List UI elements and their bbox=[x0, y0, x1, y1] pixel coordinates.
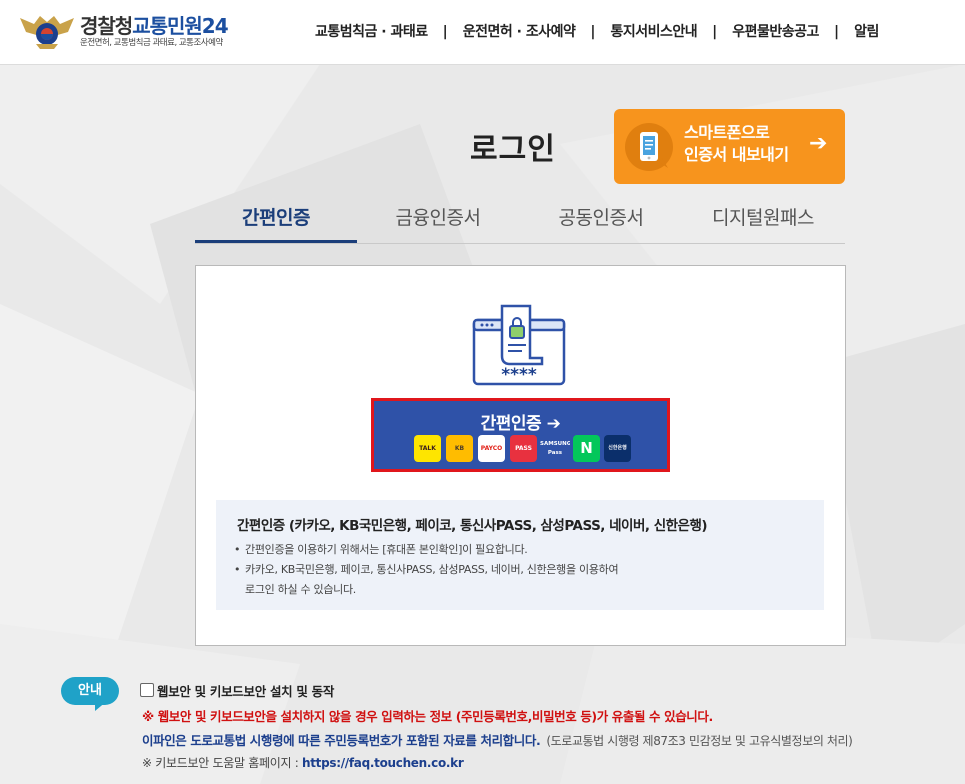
shinhan-bank-icon: 신한은행 bbox=[604, 435, 631, 462]
login-panel: **** 간편인증 ➔ TALK KB PAYCO PASS SAMSUNG P… bbox=[195, 265, 846, 646]
info-title: 간편인증 (카카오, KB국민은행, 페이코, 통신사PASS, 삼성PASS,… bbox=[237, 518, 708, 534]
simple-auth-button[interactable]: 간편인증 ➔ TALK KB PAYCO PASS SAMSUNG Pass N… bbox=[371, 398, 670, 472]
export-button-label: 스마트폰으로 인증서 내보내기 bbox=[684, 122, 789, 166]
security-install-checkbox-label[interactable]: 웹보안 및 키보드보안 설치 및 동작 bbox=[157, 681, 334, 700]
info-item: 간편인증을 이용하기 위해서는 [휴대폰 본인확인]이 필요합니다. bbox=[234, 540, 618, 560]
kakaotalk-icon: TALK bbox=[414, 435, 441, 462]
nav-item-notification[interactable]: 통지서비스안내 bbox=[610, 21, 697, 41]
privacy-notice-reference: (도로교통법 시행령 제87조3 민감정보 및 고유식별정보의 처리) bbox=[546, 734, 853, 748]
nav-separator: | bbox=[590, 24, 596, 40]
nav-separator: | bbox=[442, 24, 448, 40]
info-item-continued: 로그인 하실 수 있습니다. bbox=[245, 583, 356, 596]
privacy-notice-main: 이파인은 도로교통법 시행령에 따른 주민등록번호가 포함된 자료를 처리합니다… bbox=[142, 733, 541, 748]
login-method-tabs: 간편인증 금융인증서 공동인증서 디지털원패스 bbox=[195, 195, 845, 244]
police-emblem-icon bbox=[20, 16, 74, 49]
nav-item-alerts[interactable]: 알림 bbox=[854, 21, 879, 41]
top-header: 경찰청교통민원24 운전면허, 교통범칙금 과태료, 교통조사예약 교통범칙금 … bbox=[0, 0, 965, 65]
tab-digital-onepass[interactable]: 디지털원패스 bbox=[682, 195, 844, 241]
password-mask: **** bbox=[501, 365, 537, 385]
pass-icon: PASS bbox=[510, 435, 537, 462]
info-item: 카카오, KB국민은행, 페이코, 통신사PASS, 삼성PASS, 네이버, … bbox=[234, 560, 619, 580]
help-url-link[interactable]: https://faq.touchen.co.kr bbox=[302, 756, 464, 770]
help-prefix: ※ 키보드보안 도움말 홈페이지 : bbox=[142, 756, 302, 770]
nav-item-returned-mail[interactable]: 우편물반송공고 bbox=[732, 21, 819, 41]
keyboard-security-help: ※ 키보드보안 도움말 홈페이지 : https://faq.touchen.c… bbox=[142, 754, 464, 771]
privacy-notice: 이파인은 도로교통법 시행령에 따른 주민등록번호가 포함된 자료를 처리합니다… bbox=[142, 730, 853, 749]
main-navigation: 교통범칙금 · 과태료 | 운전면허 · 조사예약 | 통지서비스안내 | 우편물반송공고 |… bbox=[315, 21, 879, 41]
logo-title-service: 교통민원24 bbox=[132, 14, 228, 38]
export-label-line1: 스마트폰으로 bbox=[684, 123, 770, 142]
logo-subtitle: 운전면허, 교통범칙금 과태료, 교통조사예약 bbox=[80, 38, 223, 48]
export-certificate-button[interactable]: 스마트폰으로 인증서 내보내기 ➔ bbox=[614, 109, 845, 184]
nav-separator: | bbox=[712, 24, 718, 40]
simple-auth-button-label: 간편인증 ➔ bbox=[480, 414, 561, 434]
security-install-checkbox[interactable] bbox=[140, 683, 154, 697]
export-label-line2: 인증서 내보내기 bbox=[684, 145, 789, 164]
tab-simple-auth[interactable]: 간편인증 bbox=[195, 195, 357, 243]
nav-item-fines[interactable]: 교통범칙금 · 과태료 bbox=[315, 21, 428, 41]
notice-badge: 안내 bbox=[61, 677, 119, 711]
tab-joint-certificate[interactable]: 공동인증서 bbox=[520, 195, 682, 241]
info-list: 간편인증을 이용하기 위해서는 [휴대폰 본인확인]이 필요합니다. 카카오, … bbox=[234, 540, 619, 600]
logo-title-agency: 경찰청 bbox=[80, 14, 133, 38]
naver-icon: N bbox=[573, 435, 600, 462]
samsung-pass-icon: SAMSUNG Pass bbox=[540, 435, 570, 462]
site-logo[interactable]: 경찰청교통민원24 운전면허, 교통범칙금 과태료, 교통조사예약 bbox=[18, 8, 258, 54]
smartphone-icon bbox=[625, 123, 673, 171]
kb-bank-icon: KB bbox=[446, 435, 473, 462]
certificate-lock-icon: **** bbox=[472, 304, 566, 386]
payco-icon: PAYCO bbox=[478, 435, 505, 462]
simple-auth-info-box: 간편인증 (카카오, KB국민은행, 페이코, 통신사PASS, 삼성PASS,… bbox=[216, 500, 824, 610]
page-title: 로그인 bbox=[470, 132, 556, 167]
logo-title: 경찰청교통민원24 bbox=[80, 10, 229, 39]
nav-item-license[interactable]: 운전면허 · 조사예약 bbox=[463, 21, 576, 41]
security-warning-text: ※ 웹보안 및 키보드보안을 설치하지 않을 경우 입력하는 정보 (주민등록번… bbox=[142, 709, 713, 724]
tab-financial-certificate[interactable]: 금융인증서 bbox=[357, 195, 519, 241]
arrow-right-icon: ➔ bbox=[809, 131, 828, 156]
nav-separator: | bbox=[833, 24, 840, 40]
